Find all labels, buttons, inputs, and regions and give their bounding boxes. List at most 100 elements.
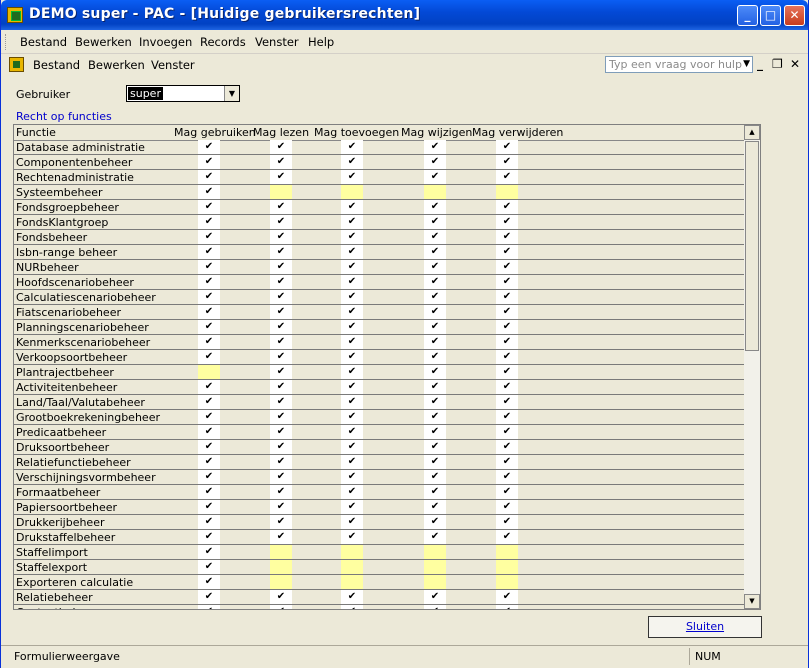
check-icon[interactable]: ✔ — [424, 590, 446, 604]
check-icon[interactable]: ✔ — [341, 485, 363, 499]
check-icon[interactable]: ✔ — [198, 425, 220, 439]
empty-checkbox[interactable] — [496, 575, 518, 589]
check-icon[interactable]: ✔ — [198, 590, 220, 604]
check-icon[interactable]: ✔ — [341, 320, 363, 334]
check-icon[interactable]: ✔ — [198, 215, 220, 229]
check-icon[interactable]: ✔ — [270, 605, 292, 609]
check-icon[interactable]: ✔ — [424, 245, 446, 259]
check-icon[interactable]: ✔ — [496, 485, 518, 499]
check-icon[interactable]: ✔ — [341, 380, 363, 394]
check-icon[interactable]: ✔ — [270, 290, 292, 304]
table-row[interactable]: Componentenbeheer ✔ ✔ ✔ ✔ ✔ — [14, 155, 745, 170]
check-icon[interactable]: ✔ — [424, 260, 446, 274]
check-icon[interactable]: ✔ — [198, 560, 220, 574]
check-icon[interactable]: ✔ — [270, 395, 292, 409]
check-icon[interactable]: ✔ — [198, 170, 220, 184]
table-row[interactable]: Systeembeheer ✔ — [14, 185, 745, 200]
empty-checkbox[interactable] — [270, 560, 292, 574]
check-icon[interactable]: ✔ — [270, 230, 292, 244]
chevron-down-icon[interactable]: ▼ — [224, 86, 239, 101]
check-icon[interactable]: ✔ — [198, 530, 220, 544]
check-icon[interactable]: ✔ — [496, 245, 518, 259]
check-icon[interactable]: ✔ — [496, 365, 518, 379]
check-icon[interactable]: ✔ — [341, 170, 363, 184]
check-icon[interactable]: ✔ — [270, 320, 292, 334]
check-icon[interactable]: ✔ — [270, 470, 292, 484]
check-icon[interactable]: ✔ — [341, 140, 363, 154]
table-row[interactable]: Predicaatbeheer ✔ ✔ ✔ ✔ ✔ — [14, 425, 745, 440]
doc-menu-venster[interactable]: Venster — [151, 58, 195, 72]
table-row[interactable]: Relatiebeheer ✔ ✔ ✔ ✔ ✔ — [14, 590, 745, 605]
table-row[interactable]: Staffelimport ✔ — [14, 545, 745, 560]
check-icon[interactable]: ✔ — [424, 440, 446, 454]
empty-checkbox[interactable] — [496, 185, 518, 199]
check-icon[interactable]: ✔ — [341, 470, 363, 484]
check-icon[interactable]: ✔ — [424, 515, 446, 529]
check-icon[interactable]: ✔ — [496, 320, 518, 334]
check-icon[interactable]: ✔ — [424, 530, 446, 544]
check-icon[interactable]: ✔ — [341, 365, 363, 379]
user-combobox[interactable]: super ▼ — [126, 85, 240, 102]
check-icon[interactable]: ✔ — [270, 485, 292, 499]
check-icon[interactable]: ✔ — [198, 500, 220, 514]
check-icon[interactable]: ✔ — [424, 200, 446, 214]
check-icon[interactable]: ✔ — [424, 425, 446, 439]
check-icon[interactable]: ✔ — [424, 605, 446, 609]
help-question-input[interactable]: Typ een vraag voor hulp ▼ — [605, 56, 753, 73]
table-row[interactable]: Papiersoortbeheer ✔ ✔ ✔ ✔ ✔ — [14, 500, 745, 515]
menubar-grip[interactable] — [5, 34, 9, 50]
table-row[interactable]: Drukkerijbeheer ✔ ✔ ✔ ✔ ✔ — [14, 515, 745, 530]
scroll-thumb[interactable] — [745, 141, 759, 351]
check-icon[interactable]: ✔ — [198, 410, 220, 424]
check-icon[interactable]: ✔ — [496, 455, 518, 469]
scroll-down-icon[interactable]: ▼ — [744, 594, 760, 609]
table-row[interactable]: Activiteitenbeheer ✔ ✔ ✔ ✔ ✔ — [14, 380, 745, 395]
empty-checkbox[interactable] — [341, 560, 363, 574]
check-icon[interactable]: ✔ — [198, 395, 220, 409]
table-row[interactable]: Plantrajectbeheer ✔ ✔ ✔ ✔ — [14, 365, 745, 380]
table-row[interactable]: FondsKlantgroep ✔ ✔ ✔ ✔ ✔ — [14, 215, 745, 230]
check-icon[interactable]: ✔ — [424, 335, 446, 349]
check-icon[interactable]: ✔ — [270, 245, 292, 259]
check-icon[interactable]: ✔ — [198, 515, 220, 529]
table-row[interactable]: Druksoortbeheer ✔ ✔ ✔ ✔ ✔ — [14, 440, 745, 455]
check-icon[interactable]: ✔ — [496, 515, 518, 529]
check-icon[interactable]: ✔ — [496, 200, 518, 214]
check-icon[interactable]: ✔ — [424, 350, 446, 364]
menu-invoegen[interactable]: Invoegen — [139, 35, 192, 49]
table-row[interactable]: Grootboekrekeningbeheer ✔ ✔ ✔ ✔ ✔ — [14, 410, 745, 425]
check-icon[interactable]: ✔ — [496, 140, 518, 154]
check-icon[interactable]: ✔ — [496, 290, 518, 304]
check-icon[interactable]: ✔ — [270, 260, 292, 274]
user-value[interactable]: super — [128, 87, 163, 100]
check-icon[interactable]: ✔ — [496, 410, 518, 424]
check-icon[interactable]: ✔ — [198, 575, 220, 589]
check-icon[interactable]: ✔ — [270, 530, 292, 544]
check-icon[interactable]: ✔ — [424, 470, 446, 484]
check-icon[interactable]: ✔ — [198, 320, 220, 334]
menu-help[interactable]: Help — [308, 35, 334, 49]
check-icon[interactable]: ✔ — [341, 260, 363, 274]
check-icon[interactable]: ✔ — [270, 515, 292, 529]
check-icon[interactable]: ✔ — [198, 545, 220, 559]
check-icon[interactable]: ✔ — [424, 305, 446, 319]
check-icon[interactable]: ✔ — [496, 470, 518, 484]
check-icon[interactable]: ✔ — [270, 380, 292, 394]
doc-restore-button[interactable]: ❐ — [772, 57, 783, 71]
check-icon[interactable]: ✔ — [341, 590, 363, 604]
check-icon[interactable]: ✔ — [496, 590, 518, 604]
app-icon[interactable] — [7, 7, 23, 23]
check-icon[interactable]: ✔ — [198, 470, 220, 484]
check-icon[interactable]: ✔ — [198, 140, 220, 154]
empty-checkbox[interactable] — [198, 365, 220, 379]
check-icon[interactable]: ✔ — [496, 155, 518, 169]
empty-checkbox[interactable] — [270, 185, 292, 199]
check-icon[interactable]: ✔ — [424, 290, 446, 304]
check-icon[interactable]: ✔ — [424, 455, 446, 469]
doc-minimize-button[interactable]: _ — [757, 57, 763, 71]
check-icon[interactable]: ✔ — [496, 335, 518, 349]
check-icon[interactable]: ✔ — [496, 215, 518, 229]
check-icon[interactable]: ✔ — [270, 275, 292, 289]
check-icon[interactable]: ✔ — [270, 305, 292, 319]
check-icon[interactable]: ✔ — [424, 155, 446, 169]
